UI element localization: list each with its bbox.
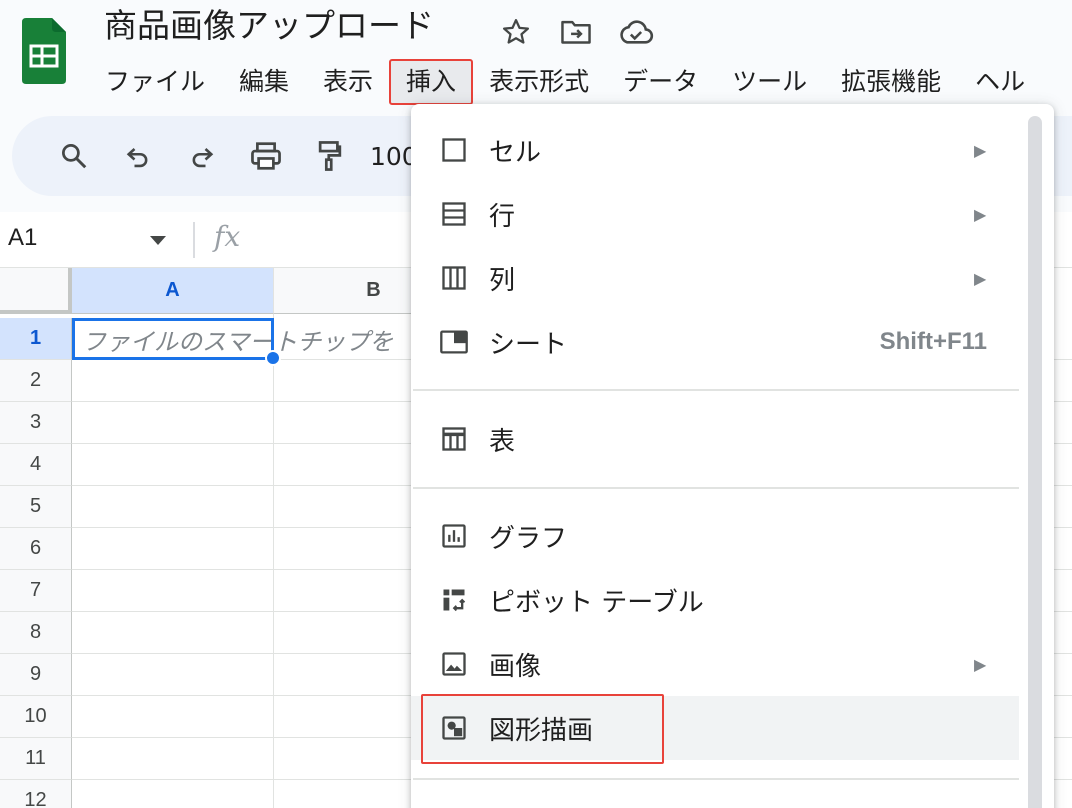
row-header-7[interactable]: 7	[0, 570, 72, 612]
print-icon[interactable]	[242, 132, 290, 180]
sheet-icon	[439, 327, 469, 357]
star-icon[interactable]	[496, 12, 536, 52]
menu-item-sheet[interactable]: シート Shift+F11	[411, 310, 1019, 374]
menu-item-cell[interactable]: セル ▶	[411, 118, 1019, 182]
row-icon	[439, 199, 469, 229]
pivot-table-icon	[439, 585, 469, 615]
menu-item-label: ピボット テーブル	[489, 587, 704, 618]
row-header-10[interactable]: 10	[0, 696, 72, 738]
search-icon[interactable]	[50, 132, 98, 180]
submenu-arrow-icon: ▶	[974, 140, 987, 160]
drawing-highlight-annotation	[421, 694, 664, 764]
image-icon	[439, 649, 469, 679]
menu-item-label: 列	[489, 265, 516, 296]
submenu-arrow-icon: ▶	[974, 204, 987, 224]
menu-file[interactable]: ファイル	[88, 60, 222, 104]
submenu-arrow-icon: ▶	[974, 268, 987, 288]
row-header-8[interactable]: 8	[0, 612, 72, 654]
table-icon	[439, 424, 469, 454]
cloud-saved-icon[interactable]	[616, 12, 656, 52]
cell-a1-selection[interactable]	[72, 318, 274, 360]
menu-item-column[interactable]: 列 ▶	[411, 246, 1019, 310]
menu-insert[interactable]: 挿入	[389, 59, 474, 105]
menu-edit[interactable]: 編集	[222, 60, 306, 104]
row-header-4[interactable]: 4	[0, 444, 72, 486]
sheets-logo[interactable]	[22, 18, 66, 84]
row-header-9[interactable]: 9	[0, 654, 72, 696]
move-folder-icon[interactable]	[556, 12, 596, 52]
cell-icon	[439, 135, 469, 165]
menu-item-label: セル	[489, 137, 542, 168]
submenu-arrow-icon: ▶	[974, 654, 987, 674]
row-header-5[interactable]: 5	[0, 486, 72, 528]
document-title[interactable]: 商品画像アップロード	[104, 6, 434, 46]
menu-item-label: 画像	[489, 651, 542, 682]
menu-scrollbar[interactable]	[1028, 116, 1042, 808]
name-box-dropdown-icon[interactable]	[150, 236, 166, 245]
shortcut-label: Shift+F11	[879, 328, 987, 355]
row-header-12[interactable]: 12	[0, 780, 72, 808]
menu-format[interactable]: 表示形式	[472, 60, 606, 104]
column-header-a[interactable]: A	[72, 268, 274, 314]
row-header-6[interactable]: 6	[0, 528, 72, 570]
menu-data[interactable]: データ	[606, 60, 715, 104]
menu-separator	[413, 778, 1019, 780]
menu-view[interactable]: 表示	[306, 60, 390, 104]
row-header-2[interactable]: 2	[0, 360, 72, 402]
menu-item-label: 表	[489, 426, 516, 457]
select-all-corner[interactable]	[0, 268, 72, 314]
menu-item-image[interactable]: 画像 ▶	[411, 632, 1019, 696]
column-divider	[273, 314, 274, 808]
menu-item-label: グラフ	[489, 523, 568, 554]
menu-item-table[interactable]: 表	[411, 407, 1019, 471]
fx-icon: fx	[214, 220, 241, 253]
formula-bar-divider	[193, 222, 195, 258]
paint-format-icon[interactable]	[306, 132, 354, 180]
redo-icon[interactable]	[178, 132, 226, 180]
menu-item-label: 行	[489, 201, 516, 232]
menu-help[interactable]: ヘル	[958, 60, 1042, 104]
menu-item-chart[interactable]: グラフ	[411, 504, 1019, 568]
menu-separator	[413, 487, 1019, 489]
menu-tools[interactable]: ツール	[715, 60, 824, 104]
column-icon	[439, 263, 469, 293]
row-header-11[interactable]: 11	[0, 738, 72, 780]
fill-handle[interactable]	[265, 350, 281, 366]
menu-item-row[interactable]: 行 ▶	[411, 182, 1019, 246]
menu-extensions[interactable]: 拡張機能	[824, 60, 958, 104]
menubar: ファイル 編集 表示 挿入 表示形式 データ ツール 拡張機能 ヘル	[88, 58, 1042, 106]
row-header-1[interactable]: 1	[0, 318, 72, 360]
row-header-3[interactable]: 3	[0, 402, 72, 444]
menu-separator	[413, 389, 1019, 391]
menu-item-label: シート	[489, 329, 568, 360]
undo-icon[interactable]	[114, 132, 162, 180]
name-box[interactable]: A1	[8, 224, 37, 252]
chart-icon	[439, 521, 469, 551]
menu-item-pivot-table[interactable]: ピボット テーブル	[411, 568, 1019, 632]
